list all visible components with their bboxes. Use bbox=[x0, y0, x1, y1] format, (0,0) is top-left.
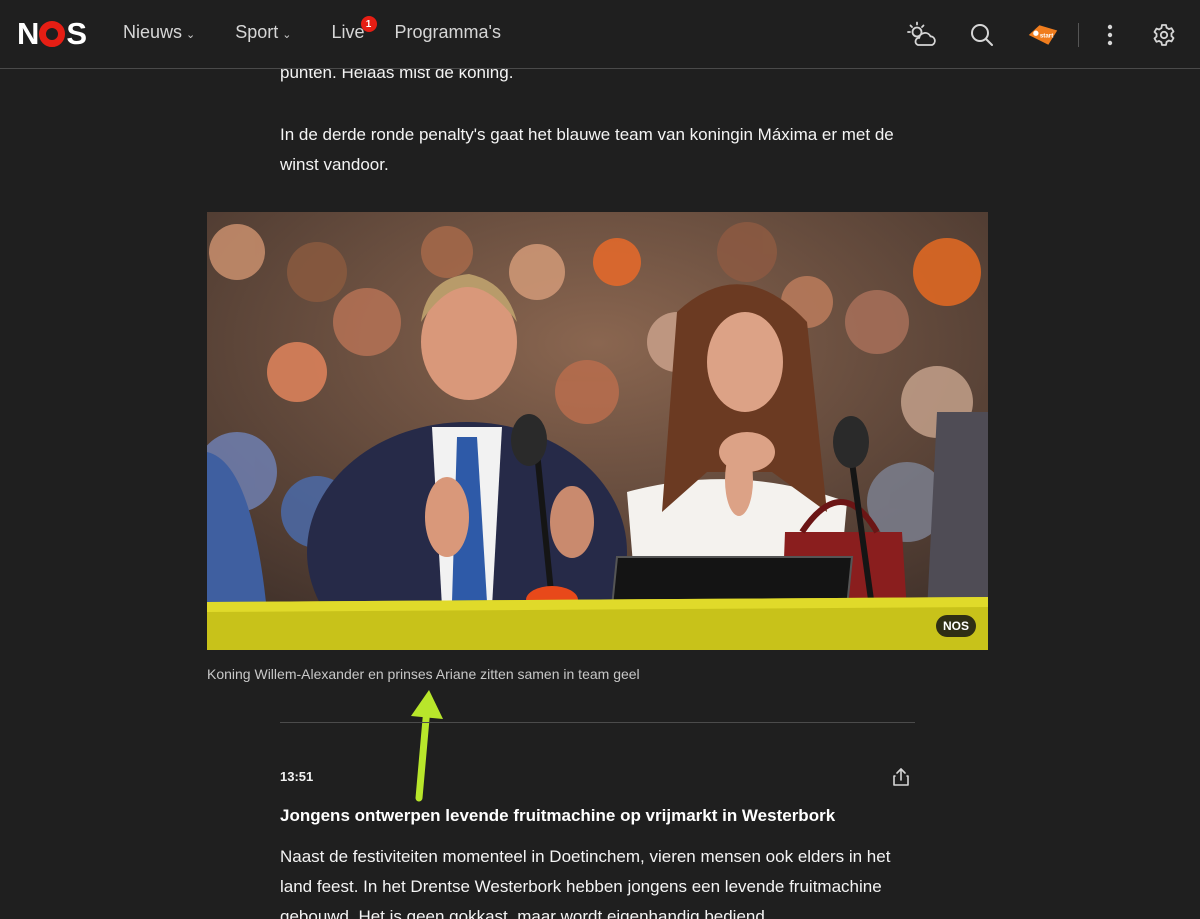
post-timestamp: 13:51 bbox=[280, 769, 314, 784]
photo-caption: Koning Willem-Alexander en prinses Arian… bbox=[207, 666, 640, 682]
nav-item-programmas[interactable]: Programma's bbox=[395, 22, 501, 43]
annotation-arrow-icon bbox=[411, 690, 443, 802]
nos-logo[interactable]: NOS NS bbox=[17, 16, 87, 51]
post-headline[interactable]: Jongens ontwerpen levende fruitmachine o… bbox=[280, 806, 835, 826]
nav-item-label: Sport bbox=[235, 22, 279, 42]
more-vertical-icon[interactable] bbox=[1094, 19, 1126, 51]
settings-icon[interactable] bbox=[1148, 19, 1180, 51]
live-count-badge: 1 bbox=[360, 16, 377, 32]
header-divider bbox=[1078, 23, 1079, 47]
weather-icon[interactable] bbox=[906, 19, 938, 51]
nav-item-live[interactable]: Live 1 bbox=[331, 16, 377, 43]
nav-item-label: Live bbox=[331, 22, 365, 42]
article-paragraph: In de derde ronde penalty's gaat het bla… bbox=[280, 125, 894, 174]
nos-watermark-badge: NOS bbox=[936, 615, 976, 637]
photo-scene bbox=[207, 212, 988, 650]
main-nav: Nieuws ⌄ Sport ⌄ Live 1 Programma's bbox=[123, 16, 541, 43]
post-body: Naast de festiviteiten momenteel in Doet… bbox=[280, 847, 891, 919]
nav-item-sport[interactable]: Sport ⌄ bbox=[235, 22, 291, 43]
nav-item-label: Nieuws bbox=[123, 22, 183, 42]
nav-item-nieuws[interactable]: Nieuws ⌄ bbox=[123, 22, 195, 43]
article-photo[interactable]: NOS bbox=[207, 212, 988, 650]
search-icon[interactable] bbox=[966, 19, 998, 51]
npo-start-label: start bbox=[1040, 33, 1053, 40]
top-navigation-bar: NOS NS Nieuws ⌄ Sport ⌄ Live 1 Programma… bbox=[0, 0, 1200, 69]
npo-start-icon[interactable]: start bbox=[1027, 19, 1059, 51]
post-separator bbox=[280, 722, 915, 723]
chevron-down-icon: ⌄ bbox=[282, 29, 292, 41]
share-icon[interactable] bbox=[890, 766, 912, 788]
chevron-down-icon: ⌄ bbox=[186, 29, 196, 41]
nav-item-label: Programma's bbox=[394, 22, 501, 42]
logo-o-ring bbox=[39, 21, 66, 47]
